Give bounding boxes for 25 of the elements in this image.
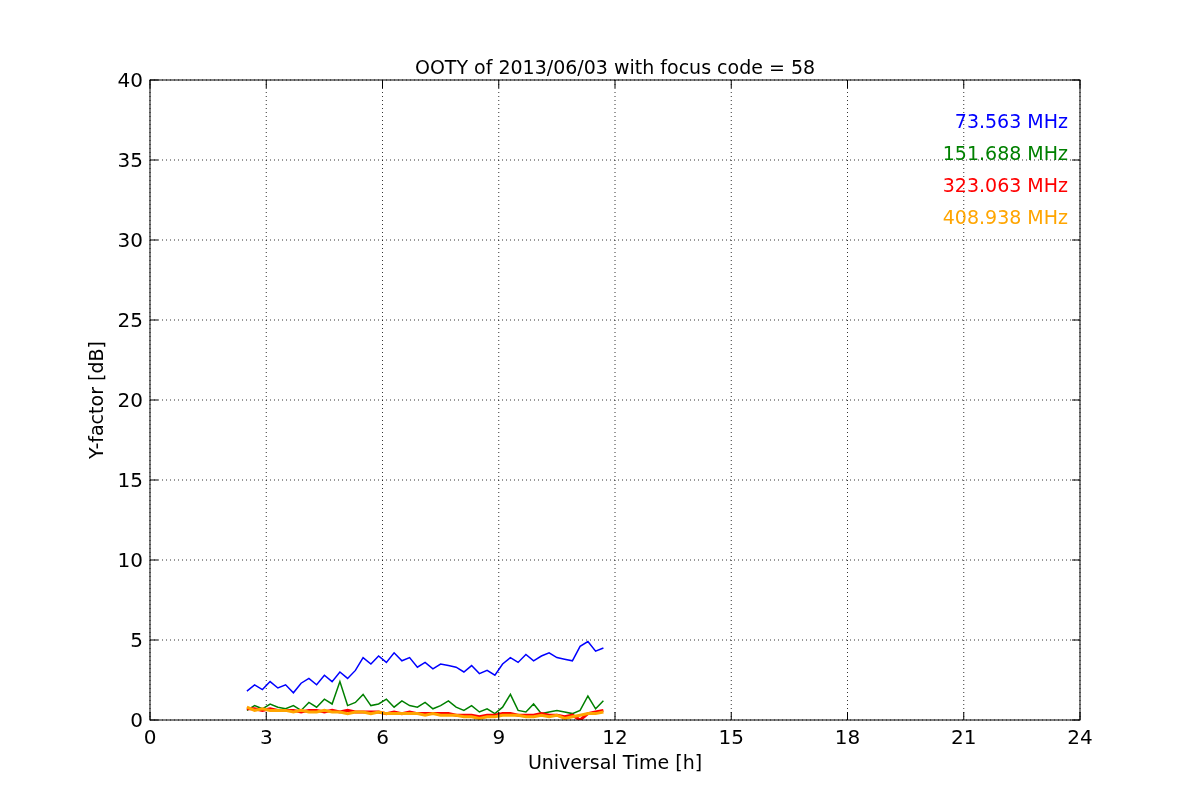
tick-label: 9 [492, 725, 506, 749]
tick-label: 10 [117, 548, 143, 572]
axis-label: Universal Time [h] [527, 751, 703, 773]
legend-label: 323.063 MHz [942, 174, 1068, 196]
tick-label: 24 [1067, 725, 1093, 749]
tick-label: 3 [259, 725, 273, 749]
legend-label: 151.688 MHz [942, 142, 1068, 164]
tick-label: 6 [376, 725, 389, 749]
legend-label: 408.938 MHz [942, 206, 1068, 228]
tick-label: 5 [130, 628, 143, 652]
tick-label: 0 [130, 708, 143, 732]
axis-label: Y-factor [dB] [85, 341, 107, 459]
tick-label: 25 [117, 308, 143, 332]
tick-label: 12 [602, 725, 628, 749]
tick-label: 18 [834, 725, 861, 749]
tick-label: 0 [143, 725, 157, 749]
legend-label: 73.563 MHz [954, 110, 1068, 132]
tick-label: 35 [117, 148, 143, 172]
tick-label: 30 [117, 228, 143, 252]
tick-label: 40 [117, 68, 143, 92]
tick-label: 20 [117, 388, 143, 412]
chart-title: OOTY of 2013/06/03 with focus code = 58 [414, 56, 816, 78]
tick-label: 21 [951, 725, 977, 749]
tick-label: 15 [718, 725, 744, 749]
tick-label: 15 [117, 468, 143, 492]
